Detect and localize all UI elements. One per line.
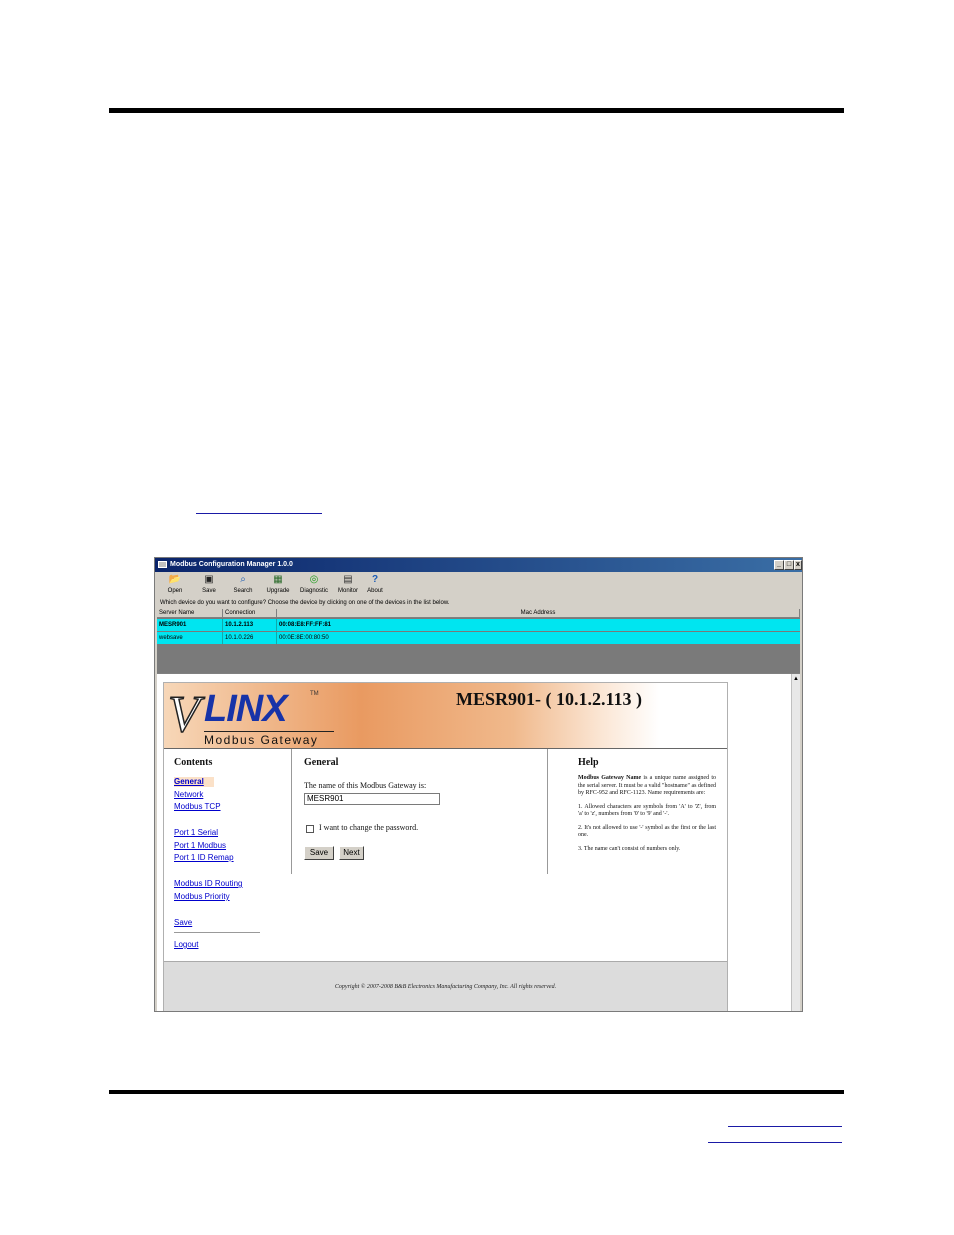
- mac-address-cell: 00:0E:8E:00:80:50: [279, 635, 329, 641]
- nav-link-modbus-id-routing[interactable]: Modbus ID Routing: [174, 879, 242, 889]
- magnifier-icon: ⌕: [240, 574, 246, 585]
- open-button[interactable]: 📂 Open: [163, 573, 187, 599]
- server-name-cell: MESR901: [157, 619, 223, 631]
- nav-link-save[interactable]: Save: [174, 918, 192, 928]
- footer-link-underline[interactable]: [728, 1126, 842, 1127]
- browser-pane: ▲ V LINX TM Modbus Gateway MESR901- ( 10…: [157, 673, 800, 1011]
- nav-divider: [174, 932, 260, 933]
- table-row[interactable]: MESR901 10.1.2.113 00:08:E8:FF:FF:81: [157, 619, 800, 631]
- banner: V LINX TM Modbus Gateway MESR901- ( 10.1…: [164, 683, 727, 748]
- footer-rule: [109, 1090, 844, 1094]
- footer-link-underline[interactable]: [708, 1142, 842, 1143]
- nav-link-modbus-tcp[interactable]: Modbus TCP: [174, 802, 221, 812]
- document-link-underline[interactable]: [196, 513, 322, 514]
- gateway-name-label: The name of this Modbus Gateway is:: [304, 781, 427, 790]
- application-window: Modbus Configuration Manager 1.0.0 _ □ x…: [154, 557, 803, 1012]
- nav-link-network[interactable]: Network: [174, 790, 203, 800]
- close-button[interactable]: x: [794, 560, 802, 570]
- connection-cell: 10.1.2.113: [223, 619, 277, 631]
- vertical-scrollbar[interactable]: ▲: [791, 674, 800, 1011]
- about-button[interactable]: ? About: [363, 573, 387, 599]
- device-title: MESR901- ( 10.1.2.113 ): [456, 689, 642, 709]
- column-header-connection[interactable]: Connection: [223, 609, 277, 618]
- toolbar: 📂 Open ▣ Save ⌕ Search ▦ Upgrade ◎ Diagn…: [155, 572, 802, 599]
- nav-link-logout[interactable]: Logout: [174, 940, 198, 950]
- server-name-cell: websave: [157, 632, 223, 644]
- nav-link-port1-serial[interactable]: Port 1 Serial: [174, 828, 218, 838]
- column-header-mac-address[interactable]: Mac Address: [277, 609, 800, 618]
- column-divider: [547, 749, 548, 874]
- page-footer: Copyright © 2007-2008 B&B Electronics Ma…: [164, 961, 727, 1011]
- title-bar[interactable]: Modbus Configuration Manager 1.0.0 _ □ x: [155, 558, 802, 572]
- device-prompt: Which device do you want to configure? C…: [160, 600, 450, 606]
- app-icon: [158, 561, 167, 568]
- save-button[interactable]: ▣ Save: [197, 573, 221, 599]
- column-header-server-name[interactable]: Server Name: [157, 609, 223, 618]
- general-heading: General: [304, 757, 339, 768]
- web-page: V LINX TM Modbus Gateway MESR901- ( 10.1…: [163, 682, 728, 1011]
- scroll-up-arrow-icon[interactable]: ▲: [792, 675, 800, 683]
- gateway-name-input[interactable]: MESR901: [304, 793, 440, 805]
- upgrade-button[interactable]: ▦ Upgrade: [263, 573, 293, 599]
- monitor-button[interactable]: ▤ Monitor: [335, 573, 361, 599]
- open-folder-icon: 📂: [168, 574, 182, 585]
- next-button[interactable]: Next: [339, 846, 364, 860]
- table-row[interactable]: websave 10.1.0.226 00:0E:8E:00:80:50: [157, 632, 800, 644]
- help-text: Modbus Gateway Name is a unique name ass…: [578, 775, 716, 852]
- search-button[interactable]: ⌕ Search: [229, 573, 257, 599]
- banner-divider: [164, 748, 727, 749]
- column-divider: [291, 749, 292, 874]
- header-rule: [109, 108, 844, 113]
- window-title: Modbus Configuration Manager 1.0.0: [170, 561, 293, 568]
- nav-link-modbus-priority[interactable]: Modbus Priority: [174, 892, 230, 902]
- floppy-disk-icon: ▣: [204, 574, 214, 585]
- minimize-button[interactable]: _: [774, 560, 784, 570]
- diagnostic-button[interactable]: ◎ Diagnostic: [297, 573, 331, 599]
- connection-cell: 10.1.0.226: [223, 632, 277, 644]
- vlinx-logo: V LINX TM Modbus Gateway: [167, 685, 368, 748]
- logo-subtitle: Modbus Gateway: [204, 731, 334, 748]
- copyright-text: Copyright © 2007-2008 B&B Electronics Ma…: [334, 984, 557, 990]
- upgrade-icon: ▦: [273, 574, 283, 585]
- maximize-button[interactable]: □: [784, 560, 794, 570]
- monitor-icon: ▤: [343, 574, 353, 585]
- nav-link-general[interactable]: General: [174, 777, 214, 787]
- mac-address-cell: 00:08:E8:FF:FF:81: [279, 622, 332, 628]
- save-form-button[interactable]: Save: [304, 846, 334, 860]
- nav-link-port1-id-remap[interactable]: Port 1 ID Remap: [174, 853, 234, 863]
- nav-link-port1-modbus[interactable]: Port 1 Modbus: [174, 841, 226, 851]
- help-heading: Help: [578, 757, 599, 768]
- antenna-icon: ◎: [309, 574, 319, 585]
- change-password-label: I want to change the password.: [319, 823, 419, 832]
- nav-heading: Contents: [174, 757, 213, 768]
- change-password-checkbox[interactable]: [306, 825, 314, 833]
- question-icon: ?: [371, 574, 379, 585]
